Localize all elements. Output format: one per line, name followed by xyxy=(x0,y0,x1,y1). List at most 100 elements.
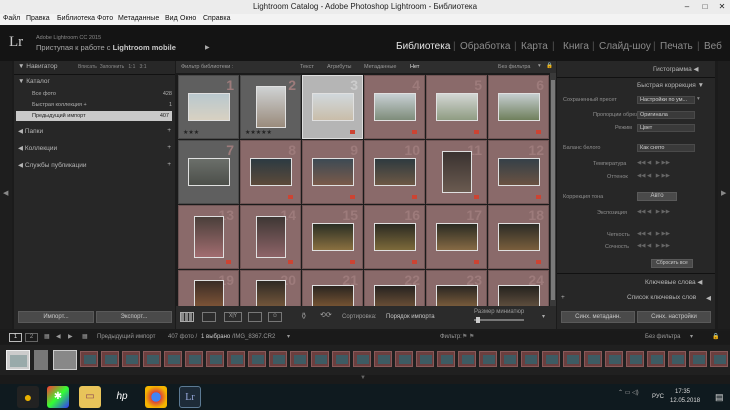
chevron-down-icon[interactable]: ▾ xyxy=(697,96,700,102)
filmstrip-thumb[interactable] xyxy=(563,351,581,367)
chevron-down-icon[interactable]: ▾ xyxy=(542,313,545,320)
add-icon[interactable]: + xyxy=(167,127,171,134)
auto-tone-button[interactable]: Авто xyxy=(637,192,677,201)
clock-time[interactable]: 17:35 xyxy=(675,389,690,395)
catalog-item-previous[interactable]: Предыдущий импорт 407 xyxy=(16,111,172,121)
filmstrip-thumb[interactable] xyxy=(122,351,140,367)
lightroom-taskbar-icon[interactable]: Lr xyxy=(179,386,201,408)
photo-thumbnail[interactable] xyxy=(497,93,540,121)
filmstrip-thumb[interactable] xyxy=(227,351,245,367)
filmstrip-thumb[interactable] xyxy=(34,350,48,370)
photo-thumbnail[interactable] xyxy=(255,216,286,258)
filmstrip-thumb[interactable] xyxy=(584,351,602,367)
white-balance-select[interactable]: Как снято xyxy=(637,144,695,152)
reset-all-button[interactable]: Сбросить все xyxy=(651,259,693,268)
grid-cell[interactable]: 1 ★★★ xyxy=(178,75,239,139)
grid-cell[interactable]: 13 xyxy=(178,205,239,269)
filmstrip-source[interactable]: Предыдущий импорт xyxy=(97,334,156,340)
start-icon[interactable]: ● xyxy=(17,386,39,408)
photo-thumbnail[interactable] xyxy=(255,280,286,306)
minimize-button[interactable]: – xyxy=(678,0,696,14)
zoom-1-1[interactable]: 1:1 xyxy=(128,64,135,70)
module-print[interactable]: Печать xyxy=(660,41,693,52)
photo-thumbnail[interactable] xyxy=(249,158,292,186)
grid-cell[interactable]: 21 xyxy=(302,270,363,306)
filter-tab-text[interactable]: Текст xyxy=(300,64,314,70)
grid-cell[interactable]: 17 xyxy=(426,205,487,269)
slider-handle[interactable] xyxy=(476,317,480,323)
histogram-header[interactable]: Гистограмма ◀ xyxy=(653,65,699,76)
module-book[interactable]: Книга xyxy=(563,41,589,52)
filter-preset[interactable]: Без фильтра xyxy=(498,64,530,70)
menu-library[interactable]: Библиотека xyxy=(57,15,95,22)
photo-thumbnail[interactable] xyxy=(373,93,416,121)
filmstrip-thumb[interactable] xyxy=(542,351,560,367)
menu-metadata[interactable]: Метаданные xyxy=(118,15,159,22)
filmstrip-thumb[interactable] xyxy=(668,351,686,367)
filmstrip-thumb[interactable] xyxy=(458,351,476,367)
keywording-header[interactable]: Ключевые слова ◀ xyxy=(645,278,702,289)
filmstrip-thumb[interactable] xyxy=(521,351,539,367)
chevron-down-icon[interactable]: ▾ xyxy=(287,333,290,340)
grid-cell[interactable]: 6 xyxy=(488,75,549,139)
filter-tab-attributes[interactable]: Атрибуты xyxy=(327,64,351,70)
grid-cell[interactable]: 23 xyxy=(426,270,487,306)
exposure-buttons[interactable]: ◀◀ ◀ ▶ ▶▶ xyxy=(637,209,670,215)
filmstrip-thumb[interactable] xyxy=(269,351,287,367)
grid-cell[interactable]: 12 xyxy=(488,140,549,204)
grid-cell[interactable]: 10 xyxy=(364,140,425,204)
spray-can-icon[interactable]: ⚱ xyxy=(300,311,308,322)
photo-thumbnail[interactable] xyxy=(435,285,478,306)
grid-scroll-thumb[interactable] xyxy=(551,80,555,300)
grid-cell[interactable]: 4 xyxy=(364,75,425,139)
filter-tab-none[interactable]: Нет xyxy=(410,64,419,70)
file-explorer-icon[interactable]: ▭ xyxy=(79,386,101,408)
loupe-view-icon[interactable] xyxy=(202,312,216,322)
module-develop[interactable]: Обработка xyxy=(460,41,510,52)
filmstrip-thumb[interactable] xyxy=(626,351,644,367)
chevron-down-icon[interactable]: ▼ xyxy=(360,375,366,381)
temperature-buttons[interactable]: ◀◀ ◀ ▶ ▶▶ xyxy=(637,160,670,166)
hp-icon[interactable]: hp xyxy=(111,386,133,408)
tint-buttons[interactable]: ◀◀ ◀ ▶ ▶▶ xyxy=(637,173,670,179)
right-panel-scrollbar[interactable] xyxy=(710,123,715,343)
folders-header[interactable]: ◀ Папки + xyxy=(18,127,171,138)
menu-photo[interactable]: Фото xyxy=(97,15,113,22)
grid-cell[interactable]: 2 ★★★★★ xyxy=(240,75,301,139)
filmstrip-thumb[interactable] xyxy=(605,351,623,367)
compare-view-icon[interactable]: X|Y xyxy=(224,312,242,322)
quick-develop-header[interactable]: Быстрая коррекция ▼ xyxy=(637,82,704,93)
notification-icon[interactable]: ▤ xyxy=(715,392,724,403)
filter-tab-metadata[interactable]: Метаданные xyxy=(364,64,396,70)
left-panel-toggle[interactable]: ◀ xyxy=(0,61,12,329)
page-2-button[interactable]: 2 xyxy=(25,333,38,342)
zoom-3-1[interactable]: 3:1 xyxy=(140,64,147,70)
filmstrip-thumb[interactable] xyxy=(479,351,497,367)
grid-cell[interactable]: 16 xyxy=(364,205,425,269)
catalog-item-all[interactable]: Все фото 428 xyxy=(32,91,172,97)
survey-view-icon[interactable] xyxy=(248,312,262,322)
filmstrip-thumb[interactable] xyxy=(248,351,266,367)
menu-view[interactable]: Вид xyxy=(165,15,178,22)
menu-help[interactable]: Справка xyxy=(203,15,230,22)
crop-ratio-select[interactable]: Оригинала xyxy=(637,111,695,119)
photo-thumbnail[interactable] xyxy=(497,285,540,306)
grid-cell[interactable]: 5 xyxy=(426,75,487,139)
mobile-promo[interactable]: Приступая к работе с Lightroom mobile xyxy=(36,43,176,52)
maximize-button[interactable]: □ xyxy=(696,0,714,14)
grid-cell[interactable]: 15 xyxy=(302,205,363,269)
thumbnail-size-slider[interactable] xyxy=(474,319,524,321)
sync-metadata-button[interactable]: Синх. метаданн. xyxy=(561,311,635,323)
photo-thumbnail[interactable] xyxy=(497,158,540,186)
photo-thumbnail[interactable] xyxy=(311,93,354,121)
photo-thumbnail[interactable] xyxy=(311,158,354,186)
photo-thumbnail[interactable] xyxy=(497,223,540,251)
filmstrip-thumb[interactable] xyxy=(416,351,434,367)
filmstrip-thumb[interactable] xyxy=(710,351,728,367)
filmstrip-thumb[interactable] xyxy=(437,351,455,367)
filmstrip-thumb[interactable] xyxy=(353,351,371,367)
rating-stars[interactable]: ★★★★★ xyxy=(245,129,272,136)
chevron-down-icon[interactable]: ▾ xyxy=(690,333,693,340)
grid-cell-selected[interactable]: 3 xyxy=(302,75,363,139)
saved-preset-select[interactable]: Настройки по ум... xyxy=(637,96,695,104)
